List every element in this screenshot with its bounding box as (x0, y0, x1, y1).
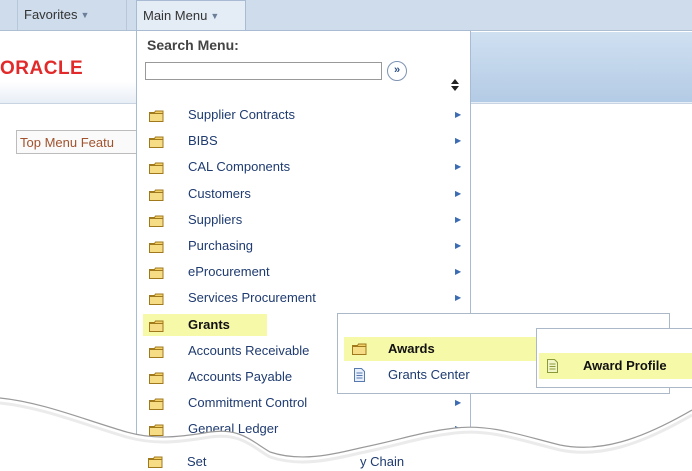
favorites-menu-button[interactable]: Favorites ▼ (18, 0, 127, 30)
menu-item-label: Grants (188, 316, 230, 332)
menu-item-label: CAL Components (188, 159, 291, 175)
submenu-item-award-profile[interactable]: Award Profile (537, 353, 692, 379)
search-menu-label: Search Menu: (147, 37, 239, 53)
folder-icon (149, 424, 164, 439)
submenu-arrow-icon: ▶ (455, 188, 462, 198)
folder-icon (149, 267, 164, 282)
oracle-logo: ORACLE (0, 58, 84, 79)
menu-item-customers[interactable]: Customers ▶ (137, 181, 470, 207)
folder-icon (149, 162, 164, 177)
menu-item-label: Services Procurement (188, 290, 316, 306)
chevron-down-icon: ▼ (80, 10, 90, 20)
topbar-left-spacer (0, 0, 18, 30)
folder-icon (149, 215, 164, 230)
submenu-arrow-icon: ▶ (455, 110, 462, 119)
submenu-arrow-icon: ▶ (455, 136, 462, 146)
page-icon (354, 368, 365, 385)
menu-item-label: General Ledger (188, 421, 279, 437)
double-chevron-right-icon: » (393, 64, 401, 76)
folder-icon (149, 320, 164, 335)
folder-icon (149, 398, 164, 413)
submenu-item-label: Grants Center (388, 367, 470, 382)
submenu-arrow-icon: ▶ (455, 241, 462, 250)
page-icon (547, 359, 558, 376)
awards-submenu: Award Profile (536, 328, 692, 388)
folder-icon (149, 241, 164, 256)
menu-item-label: BIBS (188, 133, 218, 149)
menu-item-label: Purchasing (188, 238, 254, 253)
submenu-item-label: Awards (388, 341, 435, 356)
main-menu-button[interactable]: Main Menu ▼ (136, 0, 246, 30)
chevron-down-icon: ▼ (210, 11, 220, 21)
header-gradient-panel (470, 32, 692, 102)
menu-item-bibs[interactable]: BIBS ▶ (137, 128, 470, 154)
submenu-arrow-icon: ▶ (455, 424, 462, 434)
folder-icon (149, 136, 164, 151)
favorites-label: Favorites (24, 7, 78, 22)
partial-menu-label-left: Set (187, 454, 207, 469)
submenu-arrow-icon: ▶ (455, 214, 462, 224)
main-menu-label: Main Menu (143, 8, 208, 23)
partial-menu-label-right: y Chain (360, 454, 405, 469)
menu-item-label: Supplier Contracts (188, 107, 295, 122)
submenu-arrow-icon: ▶ (455, 398, 462, 408)
folder-icon (149, 372, 164, 387)
folder-icon (149, 110, 164, 125)
menu-item-label: Accounts Payable (188, 369, 293, 384)
submenu-arrow-icon: ▶ (455, 267, 462, 277)
menu-item-label: Accounts Receivable (188, 342, 310, 358)
top-menu-features-tab[interactable]: Top Menu Featu (16, 130, 141, 154)
submenu-arrow-icon: ▶ (455, 162, 462, 172)
menu-item-commitment-control[interactable]: Commitment Control ▶ (137, 390, 470, 416)
submenu-arrow-icon: ▶ (455, 293, 462, 303)
menu-item-purchasing[interactable]: Purchasing ▶ (137, 233, 470, 259)
menu-item-suppliers[interactable]: Suppliers ▶ (137, 207, 470, 233)
menu-item-cal-components[interactable]: CAL Components ▶ (137, 154, 470, 180)
folder-icon (149, 346, 164, 361)
sort-icon[interactable] (451, 79, 459, 94)
folder-icon (352, 343, 367, 358)
search-menu-input[interactable] (145, 62, 382, 80)
menu-item-label: eProcurement (188, 264, 270, 280)
menu-item-supplier-contracts[interactable]: Supplier Contracts ▶ (137, 102, 470, 128)
menu-item-general-ledger[interactable]: General Ledger ▶ (137, 416, 470, 442)
search-go-button[interactable]: » (387, 61, 407, 81)
menu-item-services-procurement[interactable]: Services Procurement ▶ (137, 285, 470, 311)
partial-menu-item-row: Set y Chain (136, 452, 471, 471)
top-navigation-bar: Favorites ▼ Main Menu ▼ (0, 0, 692, 31)
menu-item-eprocurement[interactable]: eProcurement ▶ (137, 259, 470, 285)
submenu-item-label: Award Profile (583, 358, 667, 373)
menu-item-label: Customers (188, 185, 251, 201)
folder-icon (149, 189, 164, 204)
folder-icon (148, 456, 163, 471)
main-menu-dropdown: Search Menu: » Supplier Contracts ▶ BIBS ▶ C… (136, 30, 471, 471)
menu-item-label: Commitment Control (188, 395, 308, 411)
menu-item-label: Suppliers (188, 211, 243, 227)
folder-icon (149, 293, 164, 308)
